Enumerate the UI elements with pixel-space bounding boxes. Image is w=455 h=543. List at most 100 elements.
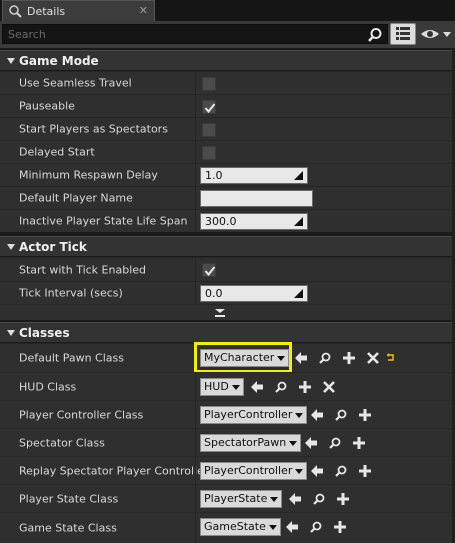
collapse-arrow-icon: [7, 243, 15, 250]
checkmark-icon: [204, 266, 216, 277]
property-delayed-start: Delayed Start: [0, 140, 455, 163]
property-label: HUD Class: [19, 380, 77, 393]
browse-magnifier-icon[interactable]: [313, 493, 325, 505]
chevron-down-icon: [231, 385, 240, 390]
use-selected-arrow-icon[interactable]: [286, 521, 298, 533]
search-row: [0, 21, 455, 48]
details-tab-icon: [9, 5, 22, 18]
combo-value: GameState: [204, 520, 266, 533]
browse-magnifier-icon[interactable]: [335, 409, 347, 421]
combo-value: SpectatorPawn: [204, 436, 287, 449]
player-controller-class-combo[interactable]: PlayerController: [200, 406, 308, 424]
clear-x-icon[interactable]: [323, 381, 335, 393]
column-divider: [195, 258, 196, 281]
new-blueprint-plus-icon[interactable]: [337, 493, 349, 505]
combo-value: PlayerController: [204, 464, 293, 477]
pauseable-checkbox[interactable]: [202, 100, 216, 114]
combo-value: PlayerController: [204, 408, 293, 421]
property-label: Player Controller Class: [19, 408, 144, 421]
column-divider: [195, 429, 196, 456]
property-label: Minimum Respawn Delay: [19, 168, 158, 182]
spin-grip-icon: [294, 171, 303, 180]
browse-magnifier-icon[interactable]: [335, 465, 347, 477]
property-minimum-respawn-delay: Minimum Respawn Delay 1.0: [0, 163, 455, 186]
column-divider: [195, 210, 196, 232]
tick-interval-field[interactable]: 0.0: [200, 285, 308, 302]
delayed-start-checkbox[interactable]: [202, 146, 216, 160]
game-state-class-combo[interactable]: GameState: [200, 518, 281, 536]
use-selected-arrow-icon[interactable]: [311, 409, 323, 421]
field-value: 0.0: [205, 287, 223, 300]
property-pauseable: Pauseable: [0, 94, 455, 117]
replay-spectator-player-controller-combo[interactable]: PlayerController: [200, 462, 308, 480]
new-blueprint-plus-icon[interactable]: [353, 437, 365, 449]
minimum-respawn-delay-field[interactable]: 1.0: [200, 167, 308, 184]
property-label: Game State Class: [19, 521, 117, 535]
property-replay-spectator-player-controller: Replay Spectator Player Controller Playe…: [0, 456, 455, 484]
chevron-down-icon: [289, 441, 298, 446]
property-label: Use Seamless Travel: [19, 76, 132, 90]
close-icon[interactable]: ✕: [139, 4, 148, 17]
player-state-class-combo[interactable]: PlayerState: [200, 490, 283, 508]
property-matrix-icon: [396, 27, 410, 40]
spin-grip-icon: [294, 217, 303, 226]
new-blueprint-plus-icon[interactable]: [334, 521, 346, 533]
browse-magnifier-icon[interactable]: [310, 521, 322, 533]
reset-to-default-icon[interactable]: [386, 352, 395, 361]
category-title: Actor Tick: [19, 239, 87, 254]
new-blueprint-plus-icon[interactable]: [359, 409, 371, 421]
new-blueprint-plus-icon[interactable]: [359, 465, 371, 477]
column-divider: [195, 187, 196, 209]
column-divider: [195, 95, 196, 117]
property-label: Pauseable: [19, 99, 75, 113]
browse-magnifier-icon[interactable]: [329, 437, 341, 449]
property-label: Inactive Player State Life Span: [19, 214, 188, 228]
browse-magnifier-icon[interactable]: [319, 352, 331, 364]
chevron-down-icon: [268, 525, 277, 530]
property-start-with-tick-enabled: Start with Tick Enabled: [0, 257, 455, 281]
use-selected-arrow-icon[interactable]: [305, 437, 317, 449]
property-matrix-button[interactable]: [390, 23, 416, 45]
browse-magnifier-icon[interactable]: [275, 381, 287, 393]
property-tick-interval: Tick Interval (secs) 0.0: [0, 281, 455, 304]
property-label: Default Player Name: [19, 191, 133, 205]
hud-class-combo[interactable]: HUD: [200, 378, 244, 396]
use-seamless-travel-checkbox[interactable]: [202, 77, 216, 91]
start-players-as-spectators-checkbox[interactable]: [202, 123, 216, 137]
column-divider: [195, 72, 196, 94]
category-classes[interactable]: Classes: [0, 322, 455, 342]
clear-x-icon[interactable]: [367, 352, 379, 364]
use-selected-arrow-icon[interactable]: [251, 381, 263, 393]
new-blueprint-plus-icon[interactable]: [343, 352, 355, 364]
checkmark-icon: [204, 103, 216, 114]
use-selected-arrow-icon[interactable]: [295, 352, 307, 364]
highlight-box: [194, 342, 292, 373]
property-label: Delayed Start: [19, 145, 95, 159]
use-selected-arrow-icon[interactable]: [289, 493, 301, 505]
column-divider: [195, 164, 196, 186]
category-actor-tick[interactable]: Actor Tick: [0, 236, 455, 256]
search-box: [2, 24, 388, 44]
spectator-class-combo[interactable]: SpectatorPawn: [200, 434, 302, 452]
collapse-arrow-icon: [7, 329, 15, 336]
search-input[interactable]: [3, 25, 387, 43]
property-label: Default Pawn Class: [19, 351, 124, 365]
combo-value: PlayerState: [204, 492, 268, 505]
column-divider: [195, 485, 196, 512]
combo-value: HUD: [204, 380, 229, 393]
column-divider: [195, 373, 196, 400]
use-selected-arrow-icon[interactable]: [311, 465, 323, 477]
visibility-options-button[interactable]: [420, 26, 452, 42]
tab-title: Details: [27, 4, 66, 18]
category-game-mode[interactable]: Game Mode: [0, 50, 455, 70]
advanced-expand-button[interactable]: [0, 304, 455, 320]
start-with-tick-enabled-checkbox[interactable]: [202, 263, 216, 277]
column-divider: [195, 513, 196, 543]
property-hud-class: HUD Class HUD: [0, 372, 455, 400]
default-player-name-field[interactable]: [200, 190, 313, 207]
tab-details[interactable]: Details ✕: [2, 0, 155, 21]
search-icon[interactable]: [367, 27, 383, 43]
visibility-eye-icon: [421, 30, 451, 38]
new-blueprint-plus-icon[interactable]: [299, 381, 311, 393]
inactive-player-state-life-span-field[interactable]: 300.0: [200, 213, 308, 230]
